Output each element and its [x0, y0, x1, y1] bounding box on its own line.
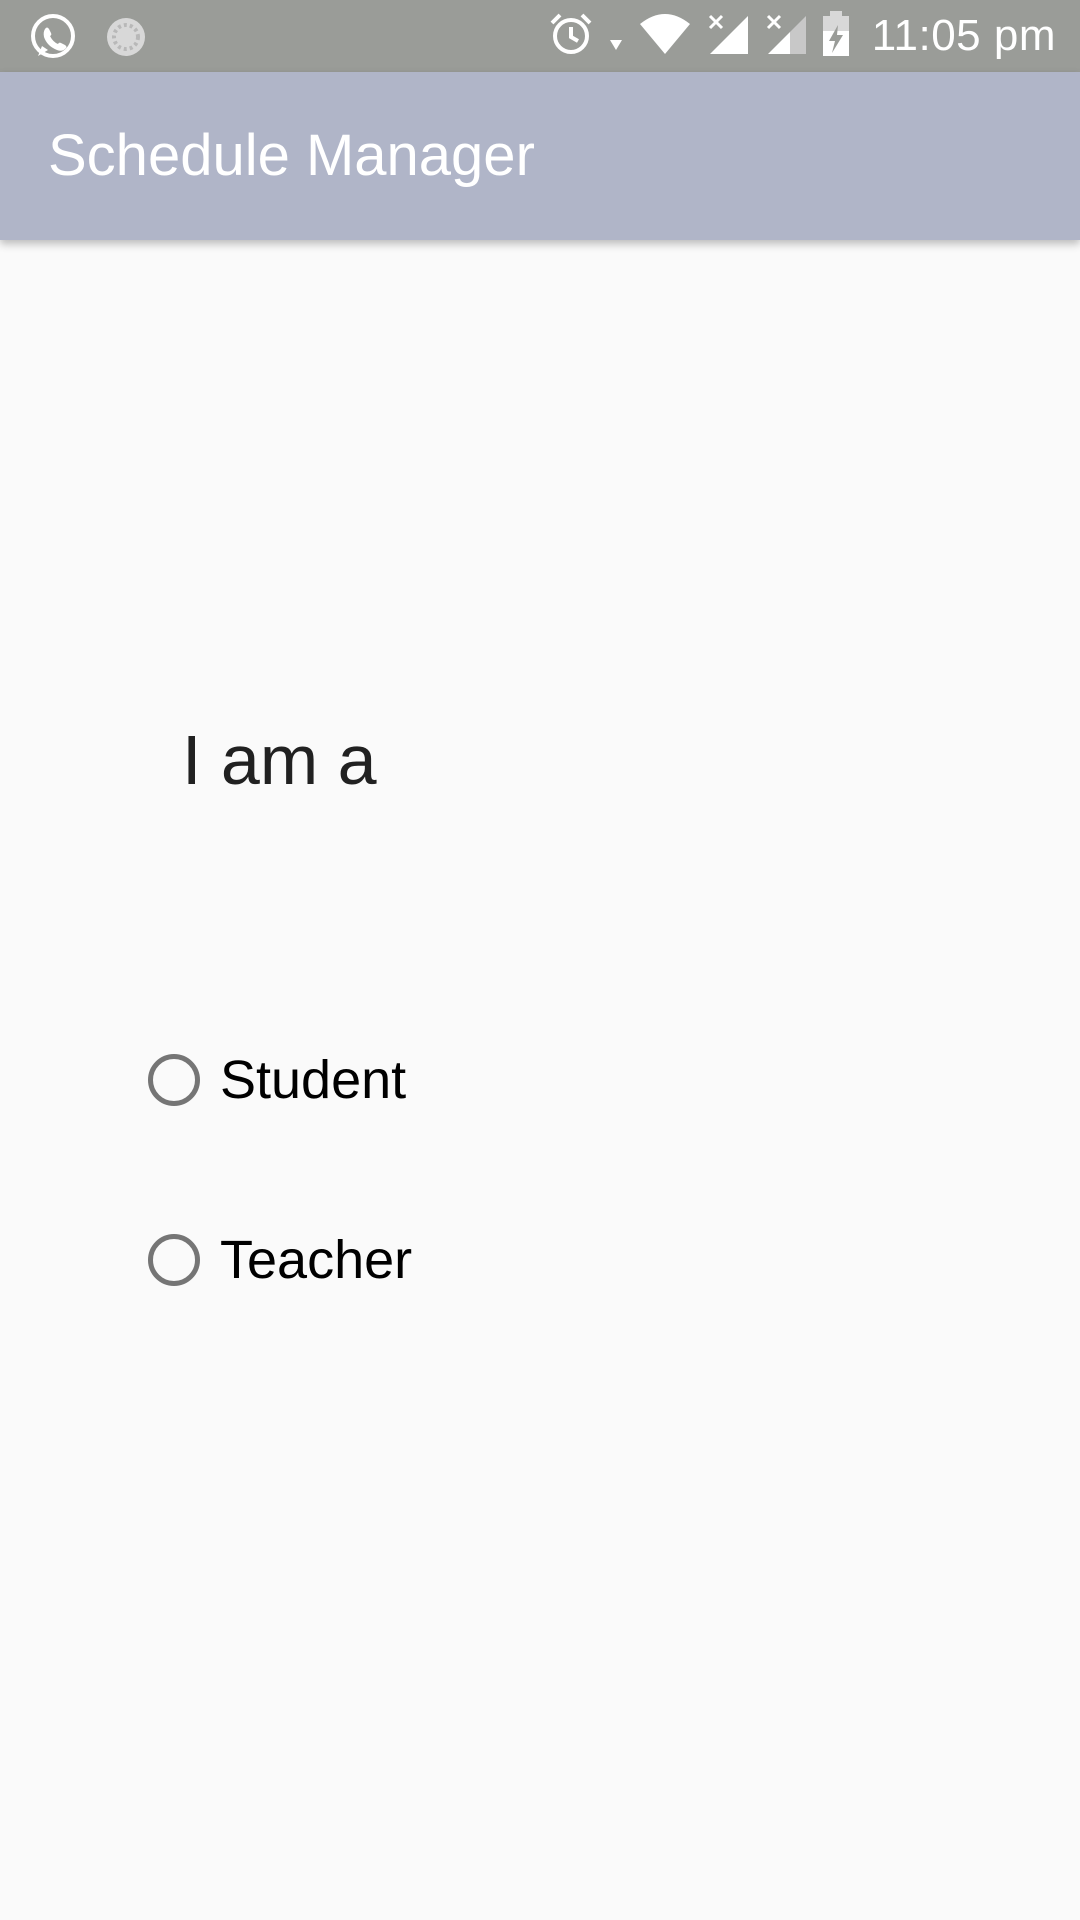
- radio-label-student[interactable]: Student: [220, 1049, 406, 1111]
- signal-no-service-icon: [764, 12, 808, 61]
- status-bar: 11:05 pm: [0, 0, 1080, 72]
- app-bar: Schedule Manager: [0, 72, 1080, 240]
- notification-icons: [28, 12, 148, 67]
- radio-option-student[interactable]: Student: [148, 1040, 412, 1120]
- battery-charging-icon: [822, 10, 850, 62]
- main-content: I am a Student Teacher: [0, 240, 1080, 1920]
- alarm-icon: [548, 11, 594, 62]
- radio-label-teacher[interactable]: Teacher: [220, 1229, 412, 1291]
- data-down-icon: [608, 14, 624, 59]
- system-icons: 11:05 pm: [548, 0, 1056, 72]
- app-title: Schedule Manager: [48, 123, 535, 188]
- wifi-icon: [638, 12, 692, 61]
- whatsapp-icon: [28, 12, 78, 67]
- role-radio-group: Student Teacher: [148, 1040, 412, 1400]
- radio-button-unchecked-icon[interactable]: [148, 1054, 200, 1106]
- sync-icon: [104, 15, 148, 64]
- role-prompt: I am a: [182, 721, 377, 799]
- radio-option-teacher[interactable]: Teacher: [148, 1220, 412, 1300]
- status-time: 11:05 pm: [871, 11, 1056, 60]
- signal-no-service-icon: [706, 12, 750, 61]
- radio-button-unchecked-icon[interactable]: [148, 1234, 200, 1286]
